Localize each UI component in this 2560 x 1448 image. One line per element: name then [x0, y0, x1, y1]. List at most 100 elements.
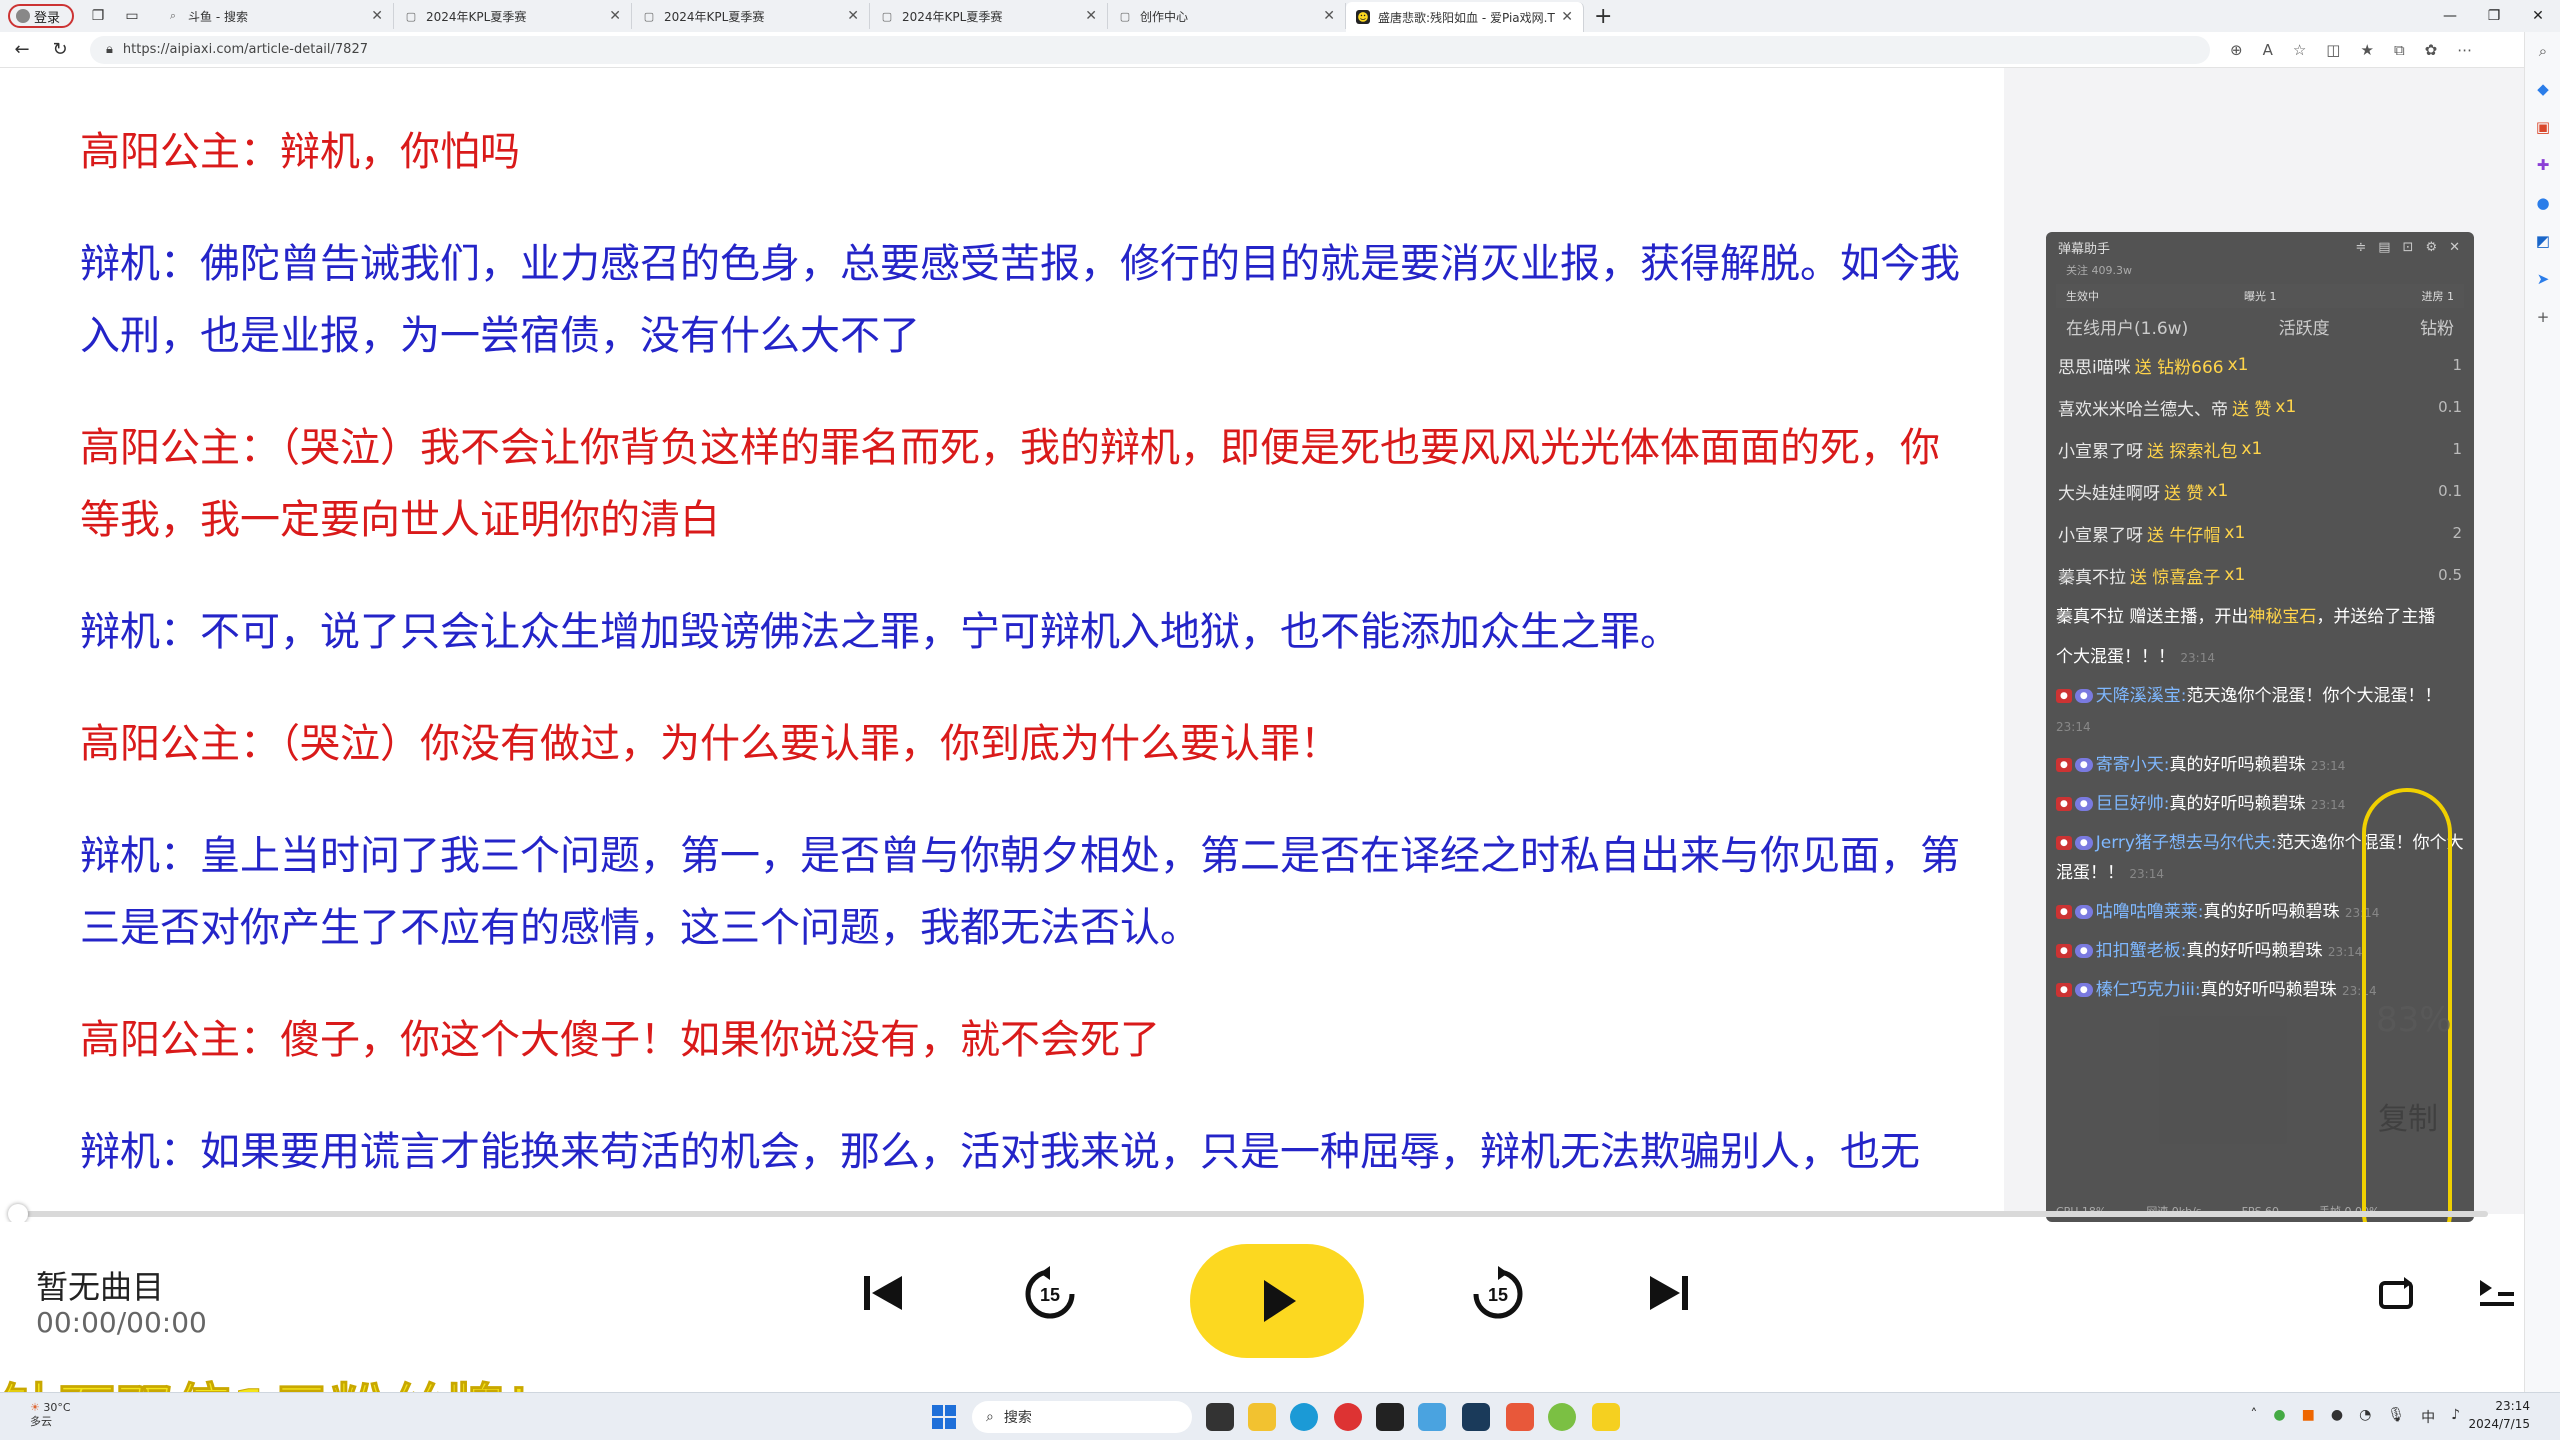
workspaces-icon[interactable]: ❐	[88, 6, 108, 26]
maximize-icon[interactable]: ❐	[2472, 0, 2516, 32]
volume-icon[interactable]: ♪	[2451, 1407, 2460, 1427]
split-screen-icon[interactable]: ◫	[2326, 41, 2340, 59]
app-icon[interactable]	[1548, 1403, 1576, 1431]
tab-activity[interactable]: 活跃度	[2279, 314, 2330, 339]
microphone-icon[interactable]: 🎙︎	[2387, 1407, 2405, 1427]
login-button[interactable]: 登录	[8, 4, 74, 28]
level-badge: ●	[2074, 944, 2093, 958]
app-icon[interactable]	[1418, 1403, 1446, 1431]
song-title: 暂无曲目	[36, 1268, 165, 1306]
gear-icon[interactable]: ⚙	[2425, 240, 2437, 255]
copilot-icon[interactable]: ●	[2525, 184, 2560, 222]
tab-2[interactable]: ▢ 2024年KPL夏季赛 ✕	[394, 3, 632, 29]
read-aloud-icon[interactable]: A	[2263, 41, 2273, 59]
message-nick[interactable]: Jerry猪子想去马尔代夫:	[2096, 833, 2277, 853]
lock-icon[interactable]: ⊡	[2403, 240, 2414, 255]
tab-label: 斗鱼 - 搜索	[188, 9, 248, 24]
vertical-tabs-icon[interactable]: ▭	[122, 6, 142, 26]
gift-count: x1	[2275, 397, 2297, 417]
message-text: 真的好听吗赖碧珠	[2169, 755, 2306, 775]
settings-icon[interactable]: ≑	[2355, 240, 2366, 255]
message-time: 23:14	[2310, 798, 2346, 812]
games-icon[interactable]: ✚	[2525, 146, 2560, 184]
edge-browser-icon[interactable]	[1290, 1403, 1318, 1431]
clock[interactable]: 23:14 2024/7/15	[2468, 1397, 2530, 1433]
app-icon[interactable]	[1334, 1403, 1362, 1431]
message-text: 范天逸你个混蛋！你个大混蛋！！	[2186, 686, 2442, 706]
forward-15-icon[interactable]: 15	[1470, 1266, 1526, 1322]
tray-app-icon[interactable]: ●	[2273, 1407, 2285, 1427]
tab-3[interactable]: ▢ 2024年KPL夏季赛 ✕	[632, 3, 870, 29]
favorite-star-icon[interactable]: ☆	[2293, 41, 2306, 59]
network-icon[interactable]: ◔	[2359, 1407, 2371, 1427]
close-tab-icon[interactable]: ✕	[1323, 8, 1335, 24]
tab-5[interactable]: ▢ 创作中心 ✕	[1108, 3, 1346, 29]
playlist-icon[interactable]	[2474, 1272, 2518, 1316]
taskbar-search[interactable]: ⌕ 搜索	[972, 1401, 1192, 1433]
notice-mid: ，开出	[2197, 607, 2249, 627]
close-tab-icon[interactable]: ✕	[847, 8, 859, 24]
notice-pre: 赠送主播	[2129, 607, 2198, 627]
gift-row: 小宣累了呀送 探索礼包 x1 1	[2046, 428, 2474, 470]
collections-icon[interactable]: ⧉	[2394, 41, 2405, 59]
outlook-icon[interactable]: ◩	[2525, 222, 2560, 260]
terminal-icon[interactable]	[1462, 1403, 1490, 1431]
address-bar-actions: ⊕ A ☆ ◫ ★ ⧉ ✿ ⋯	[2230, 41, 2472, 59]
weather-icon: ☀	[30, 1401, 40, 1414]
playback-progress[interactable]	[0, 1204, 2524, 1224]
close-tab-icon[interactable]: ✕	[1085, 8, 1097, 24]
note-icon[interactable]: ▤	[2378, 240, 2390, 255]
new-tab-icon[interactable]: +	[1594, 4, 1612, 29]
message-nick[interactable]: 天降溪溪宝:	[2096, 686, 2187, 706]
message-nick[interactable]: 咕噜咕噜莱莱:	[2096, 902, 2204, 922]
next-track-icon[interactable]	[1644, 1268, 1694, 1318]
send-icon[interactable]: ➤	[2525, 260, 2560, 298]
toolbox-icon[interactable]: ▣	[2525, 108, 2560, 146]
gift-value: 0.1	[2438, 482, 2462, 500]
message-nick[interactable]: 寄寄小天:	[2096, 755, 2170, 775]
tray-app-icon[interactable]: ■	[2302, 1407, 2315, 1427]
extensions-icon[interactable]: ✿	[2425, 41, 2438, 59]
app-icon[interactable]	[1376, 1403, 1404, 1431]
close-tab-icon[interactable]: ✕	[609, 8, 621, 24]
task-view-icon[interactable]	[1206, 1403, 1234, 1431]
url-field[interactable]: 🔒︎ https://aipiaxi.com/article-detail/78…	[90, 35, 2210, 64]
progress-knob[interactable]	[8, 1204, 28, 1224]
add-icon[interactable]: +	[2525, 298, 2560, 336]
tab-6-active[interactable]: ☻ 盛唐悲歌:残阳如血 - 爱Pia戏网.T ✕	[1346, 2, 1584, 32]
tab-1[interactable]: ⌕ 斗鱼 - 搜索 ✕	[156, 3, 394, 29]
message-nick[interactable]: 巨巨好帅:	[2096, 794, 2170, 814]
refresh-icon[interactable]: ↻	[44, 39, 76, 60]
copy-button[interactable]: 复制	[2378, 1094, 2438, 1138]
dialogue-line: 高阳公主：（哭泣）你没有做过，为什么要认罪，你到底为什么要认罪！	[80, 721, 1340, 767]
close-tab-icon[interactable]: ✕	[371, 8, 383, 24]
message-nick[interactable]: 榛仁巧克力iii:	[2096, 980, 2201, 1000]
chevron-up-icon[interactable]: ˄	[2250, 1407, 2257, 1427]
repeat-icon[interactable]	[2374, 1272, 2418, 1316]
tab-online-users[interactable]: 在线用户(1.6w)	[2066, 314, 2188, 339]
tab-diamond-fans[interactable]: 钻粉	[2420, 314, 2454, 339]
minimize-icon[interactable]: —	[2428, 0, 2472, 32]
previous-track-icon[interactable]	[858, 1268, 908, 1318]
app-icon[interactable]	[1506, 1403, 1534, 1431]
app-icon[interactable]	[1592, 1403, 1620, 1431]
search-icon[interactable]: ⌕	[2525, 32, 2560, 70]
close-window-icon[interactable]: ✕	[2516, 0, 2560, 32]
file-explorer-icon[interactable]	[1248, 1403, 1276, 1431]
tab-4[interactable]: ▢ 2024年KPL夏季赛 ✕	[870, 3, 1108, 29]
play-button[interactable]	[1190, 1244, 1364, 1358]
message-nick[interactable]: 扣扣蟹老板:	[2096, 941, 2187, 961]
progress-track[interactable]	[26, 1211, 2488, 1217]
zoom-icon[interactable]: ⊕	[2230, 41, 2243, 59]
more-menu-icon[interactable]: ⋯	[2457, 41, 2472, 59]
tray-app-icon[interactable]: ●	[2331, 1407, 2343, 1427]
ime-icon[interactable]: 中	[2421, 1407, 2435, 1427]
back-arrow-icon[interactable]: ←	[6, 39, 38, 60]
weather-widget[interactable]: ☀ 30°C 多云	[30, 1401, 71, 1429]
close-tab-icon[interactable]: ✕	[1561, 9, 1573, 25]
start-button[interactable]	[932, 1405, 956, 1429]
tag-icon[interactable]: ◆	[2525, 70, 2560, 108]
favorites-icon[interactable]: ★	[2360, 41, 2373, 59]
rewind-15-icon[interactable]: 15	[1022, 1266, 1078, 1322]
close-icon[interactable]: ✕	[2449, 240, 2460, 255]
